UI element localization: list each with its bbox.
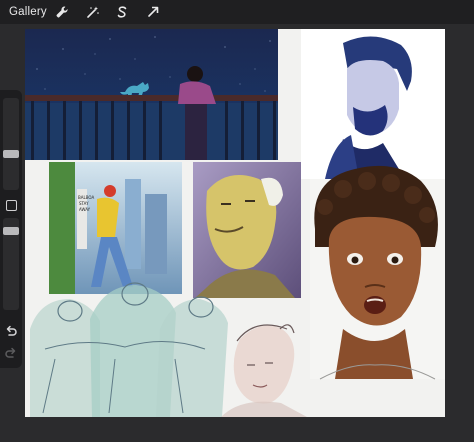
brush-size-slider[interactable] <box>3 98 19 190</box>
left-sidebar <box>0 90 22 368</box>
magic-wand-icon[interactable] <box>84 3 102 21</box>
night-balcony-illustration <box>25 29 278 160</box>
bald-man-portrait <box>193 162 301 298</box>
street-walker-illustration: BALBOA STAY AWAY <box>49 162 182 294</box>
transform-arrow-icon[interactable] <box>144 3 162 21</box>
selection-s-icon[interactable] <box>113 3 131 21</box>
bearded-man-portrait <box>301 29 445 179</box>
procreate-app: Gallery BALBOA STAY AWAY <box>0 0 474 442</box>
modify-square-icon[interactable] <box>6 200 17 211</box>
undo-icon[interactable] <box>4 324 18 338</box>
opacity-thumb[interactable] <box>3 227 19 235</box>
curly-hair-boy-portrait <box>310 165 445 380</box>
redo-icon[interactable] <box>4 346 18 360</box>
svg-text:AWAY: AWAY <box>79 207 91 212</box>
svg-text:STAY: STAY <box>79 201 89 206</box>
gallery-button[interactable]: Gallery <box>9 6 47 18</box>
brush-size-thumb[interactable] <box>3 150 19 158</box>
top-toolbar: Gallery <box>0 0 474 24</box>
wrench-icon[interactable] <box>53 3 71 21</box>
woman-face-sketch <box>221 324 307 417</box>
drawing-canvas[interactable]: BALBOA STAY AWAY <box>25 29 445 417</box>
street-sign-text: BALBOA <box>78 195 94 200</box>
three-figures-sketch <box>30 282 228 417</box>
